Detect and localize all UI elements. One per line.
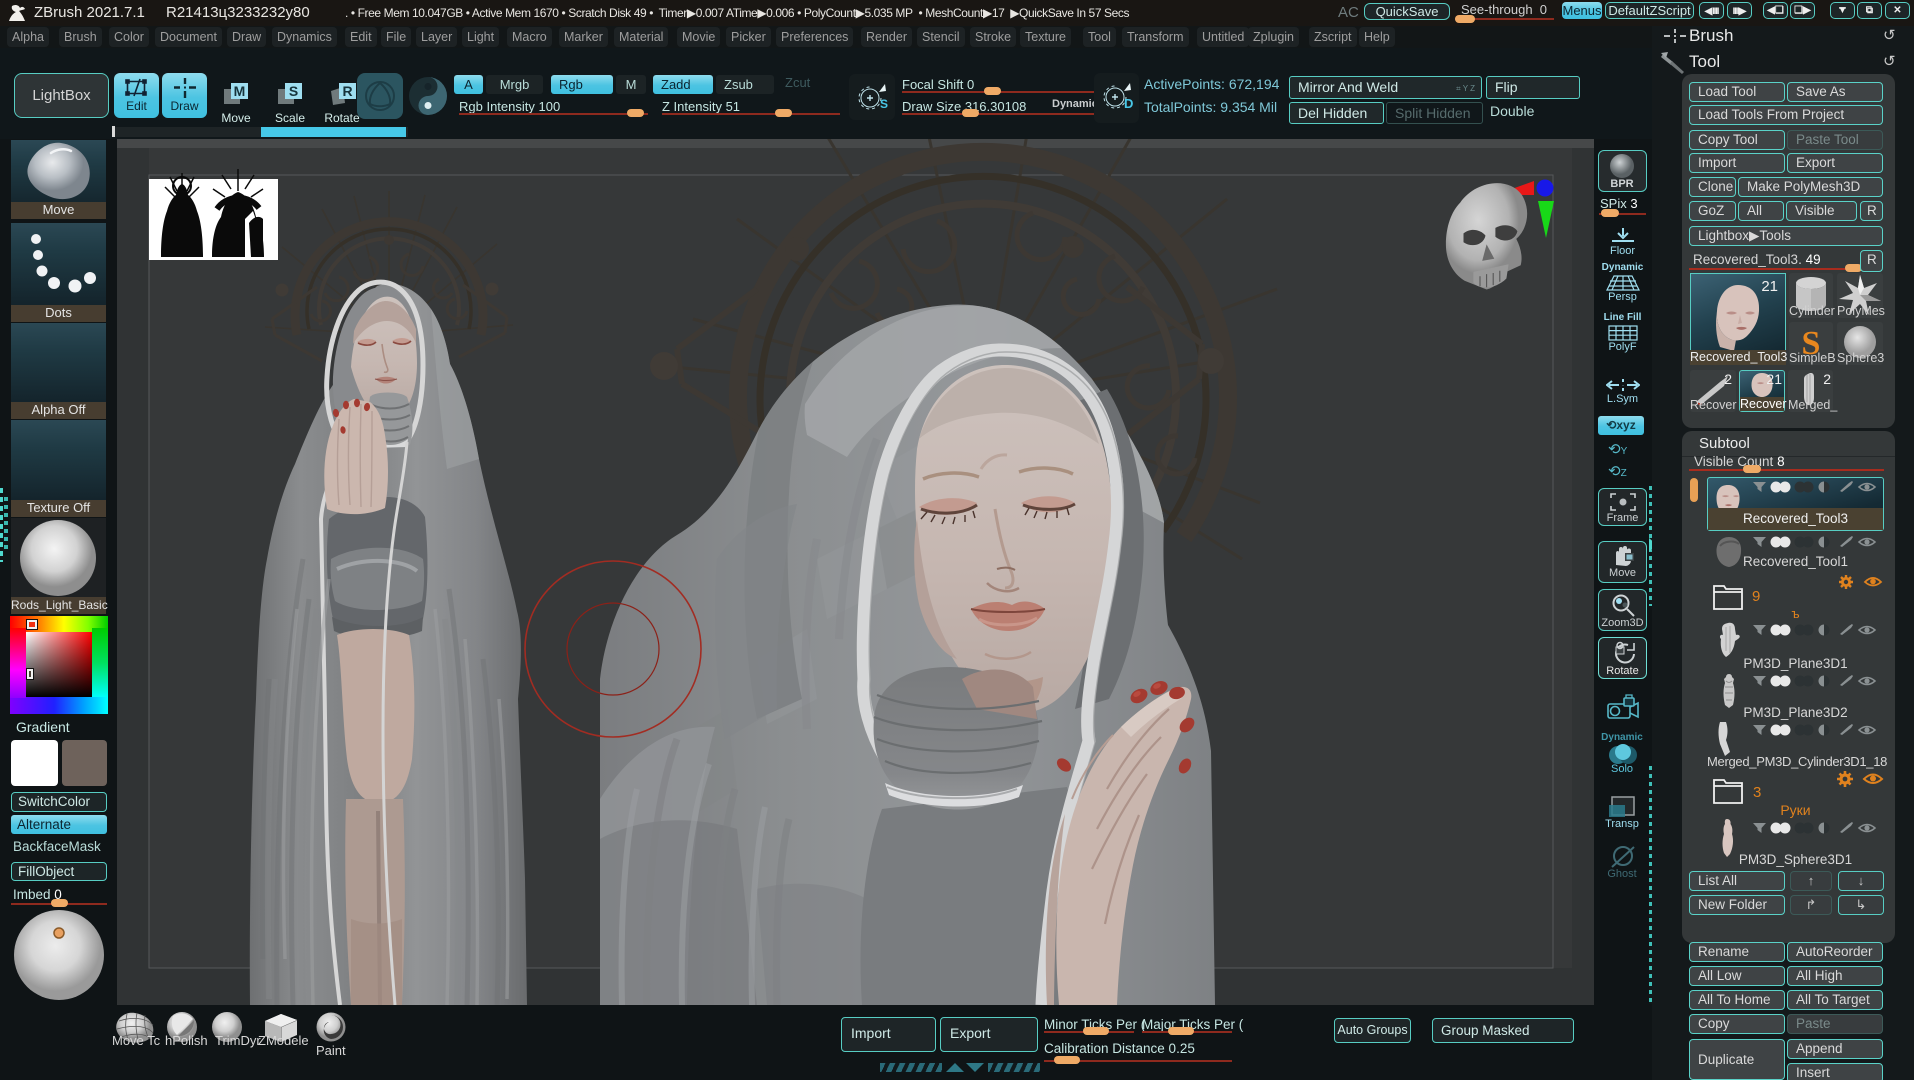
svg-text:2: 2 [1823, 371, 1831, 387]
svg-text:2: 2 [1724, 371, 1732, 387]
svg-text:BPR: BPR [1610, 178, 1633, 190]
svg-text:S: S [880, 97, 888, 111]
svg-text:21: 21 [1761, 278, 1778, 295]
svg-text:D: D [1124, 96, 1133, 111]
svg-text:21: 21 [1766, 371, 1782, 387]
svg-text:M: M [234, 83, 246, 99]
svg-text:R: R [342, 83, 352, 99]
svg-text:S: S [289, 83, 298, 99]
